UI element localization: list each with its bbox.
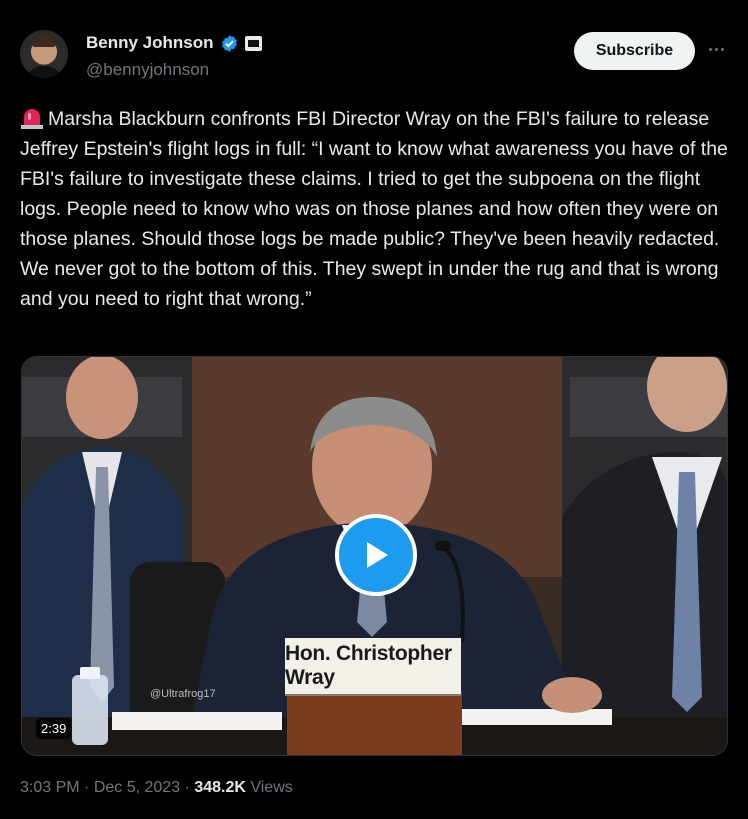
- name-row: Benny Johnson: [86, 33, 262, 53]
- nameplate: Hon. Christopher Wray: [285, 638, 461, 694]
- tweet-header: Benny Johnson @bennyjohnson Subscribe: [20, 28, 728, 84]
- affiliate-badge-icon[interactable]: [244, 35, 262, 51]
- meta-separator: ·: [79, 779, 94, 796]
- post-date[interactable]: Dec 5, 2023: [94, 779, 180, 796]
- video-duration: 2:39: [36, 718, 72, 739]
- display-name[interactable]: Benny Johnson: [86, 33, 214, 53]
- watermark: @Ultrafrog17: [150, 688, 216, 700]
- play-icon: [367, 542, 388, 568]
- avatar[interactable]: [20, 30, 68, 78]
- video-player[interactable]: Hon. Christopher Wray @Ultrafrog17 2:39: [21, 356, 728, 756]
- meta-separator: ·: [180, 779, 195, 796]
- tweet-meta: 3:03 PM · Dec 5, 2023 · 348.2K Views: [20, 779, 293, 797]
- play-button[interactable]: [335, 514, 417, 596]
- subscribe-button[interactable]: Subscribe: [574, 32, 695, 70]
- more-icon[interactable]: [704, 40, 728, 58]
- handle[interactable]: @bennyjohnson: [86, 60, 209, 80]
- verified-badge-icon: [221, 34, 237, 52]
- views-count[interactable]: 348.2K: [194, 779, 246, 796]
- post-time[interactable]: 3:03 PM: [20, 779, 80, 796]
- tweet-body: Marsha Blackburn confronts FBI Director …: [20, 108, 728, 310]
- tweet-text: Marsha Blackburn confronts FBI Director …: [20, 104, 732, 314]
- views-label: Views: [245, 779, 293, 796]
- siren-icon: [21, 109, 43, 129]
